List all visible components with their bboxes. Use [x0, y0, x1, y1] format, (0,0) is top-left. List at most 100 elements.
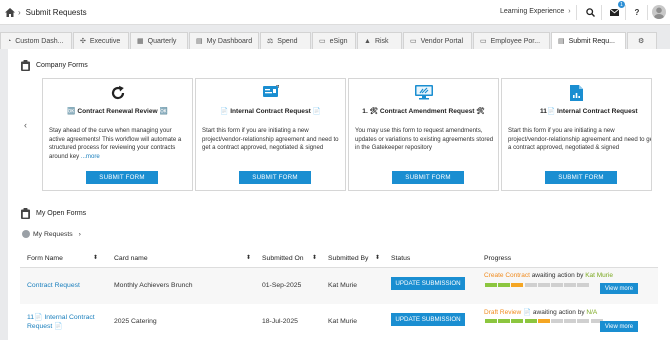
learning-experience-link[interactable]: Learning Experience › [500, 8, 571, 15]
sort-icon[interactable]: ⬍ [312, 254, 317, 261]
avatar[interactable] [652, 5, 666, 19]
tab-submit-requests[interactable]: ▤ Submit Requ... [551, 32, 626, 49]
file-icon: ▤ [558, 38, 565, 45]
scales-icon: ⚖ [267, 38, 274, 45]
form-name-link[interactable]: Contract Request [27, 282, 80, 289]
progress-segment [564, 319, 577, 323]
divider [576, 5, 577, 20]
card-name: Monthly Achievers Brunch [114, 282, 193, 289]
progress-segment [537, 283, 550, 287]
tab-employee-portal[interactable]: ▭ Employee Por... [473, 32, 550, 49]
home-icon[interactable] [5, 7, 15, 17]
submit-form-button[interactable]: SUBMIT FORM [545, 171, 617, 184]
my-requests-filter[interactable]: My Requests › [22, 230, 81, 238]
form-card-description: Start this form if you are initiating a … [508, 127, 652, 152]
tab-spend[interactable]: ⚖ Spend [260, 32, 311, 49]
update-submission-button[interactable]: UPDATE SUBMISSION [391, 313, 465, 326]
column-header-form-name[interactable]: Form Name [27, 249, 63, 267]
search-icon[interactable] [582, 4, 598, 20]
progress-segment [511, 283, 524, 287]
submit-form-button[interactable]: SUBMIT FORM [392, 171, 464, 184]
tab-quarterly[interactable]: ▦ Quarterly [130, 32, 188, 49]
monitor-tools-icon [349, 85, 498, 100]
submitted-on: 01-Sep-2025 [262, 282, 302, 289]
chevron-right-icon: › [18, 7, 21, 17]
monitor-icon: ▭ [480, 38, 487, 45]
submitted-by: Kat Murie [328, 318, 358, 325]
chevron-right-icon: › [568, 8, 571, 15]
form-card-title: 🆗 Contract Renewal Review 🆗 [67, 108, 168, 115]
sort-icon[interactable]: ⬍ [93, 254, 98, 261]
company-forms-title: Company Forms [36, 62, 88, 69]
file-chart-icon [502, 85, 651, 101]
form-name-link[interactable]: 11📄 Internal Contract Request 📄 [27, 313, 95, 331]
card-name: 2025 Catering [114, 318, 157, 325]
refresh-icon [43, 85, 192, 101]
breadcrumb: Submit Requests [25, 7, 87, 17]
view-more-button[interactable]: View more [600, 321, 638, 332]
progress-segment [537, 319, 550, 323]
column-header-submitted-on[interactable]: Submitted On [262, 249, 304, 267]
progress-segment [498, 319, 511, 323]
card-icon [196, 85, 345, 98]
column-header-submitted-by[interactable]: Submitted By [328, 249, 368, 267]
tab-my-dashboard[interactable]: ▤ My Dashboard [189, 32, 259, 49]
progress-segment [577, 319, 590, 323]
more-link[interactable]: ...more [81, 153, 100, 160]
form-card-description: Start this form if you are initiating a … [202, 127, 339, 152]
progress-segment [485, 283, 497, 287]
open-forms-header: My Open Forms [20, 208, 86, 219]
update-submission-button[interactable]: UPDATE SUBMISSION [391, 277, 465, 290]
user-icon [22, 230, 30, 238]
carousel-prev-icon[interactable]: ‹ [24, 120, 27, 130]
form-card-description: You may use this form to request amendme… [355, 127, 494, 152]
sort-icon[interactable]: ⬍ [246, 254, 251, 261]
tab-bar: ◔ Custom Dash... ✣ Executive ▦ Quarterly ▤ M… [0, 32, 670, 49]
company-forms-header: Company Forms [20, 60, 88, 71]
form-card-title: 1. 🛠 Contract Amendment Request 🛠 [362, 108, 485, 115]
tab-executive[interactable]: ✣ Executive [73, 32, 129, 49]
clipboard-icon [20, 60, 30, 71]
column-header-card-name[interactable]: Card name [114, 249, 148, 267]
gear-icon: ⚙ [638, 38, 645, 45]
tab-settings[interactable]: ⚙ [627, 32, 657, 49]
form-card-description: Stay ahead of the curve when managing yo… [49, 127, 182, 160]
progress-segment [498, 283, 511, 287]
progress-bar [485, 283, 591, 287]
speedometer-icon: ◔ [7, 37, 12, 45]
tab-esign[interactable]: ▭ eSign [312, 32, 356, 49]
table-row: Contract Request Monthly Achievers Brunc… [20, 268, 658, 304]
top-bar: › Submit Requests Learning Experience › 1… [0, 0, 670, 25]
submitted-by: Kat Murie [328, 282, 358, 289]
form-card: 🆗 Contract Renewal Review 🆗 Stay ahead o… [42, 78, 193, 191]
divider [647, 5, 648, 20]
view-more-button[interactable]: View more [600, 283, 638, 294]
submit-form-button[interactable]: SUBMIT FORM [239, 171, 311, 184]
column-header-status: Status [391, 254, 411, 262]
progress-status: Create Contract awaiting action by Kat M… [484, 272, 614, 279]
clipboard-icon [20, 208, 30, 219]
open-forms-title: My Open Forms [36, 210, 87, 217]
progress-segment [550, 283, 563, 287]
form-card: 📄 Internal Contract Request 📄 Start this… [195, 78, 346, 191]
progress-bar [485, 319, 604, 323]
progress-status: Draft Review 📄 awaiting action by N/A [484, 309, 598, 316]
progress-segment [564, 283, 577, 287]
form-card-title: 📄 Internal Contract Request 📄 [220, 108, 321, 115]
tab-vendor-portal[interactable]: ▭ Vendor Portal [403, 32, 472, 49]
executive-icon: ✣ [80, 38, 86, 45]
progress-segment [485, 319, 497, 323]
help-icon[interactable]: ? [629, 4, 645, 20]
tab-risk[interactable]: ▲ Risk [357, 32, 402, 49]
form-cards-carousel: 🆗 Contract Renewal Review 🆗 Stay ahead o… [42, 78, 654, 191]
submit-form-button[interactable]: SUBMIT FORM [86, 171, 158, 184]
grid-icon: ▦ [137, 38, 144, 45]
monitor-icon: ▭ [410, 38, 417, 45]
folder-icon: ▤ [196, 38, 203, 45]
table-row: 11📄 Internal Contract Request 📄 2025 Cat… [20, 304, 658, 340]
inbox-icon[interactable]: 1 [606, 1, 625, 20]
sort-icon[interactable]: ⬍ [375, 254, 380, 261]
submitted-on: 18-Jul-2025 [262, 318, 298, 325]
tab-custom-dashboard[interactable]: ◔ Custom Dash... [0, 32, 72, 49]
chevron-right-icon: › [78, 230, 81, 238]
